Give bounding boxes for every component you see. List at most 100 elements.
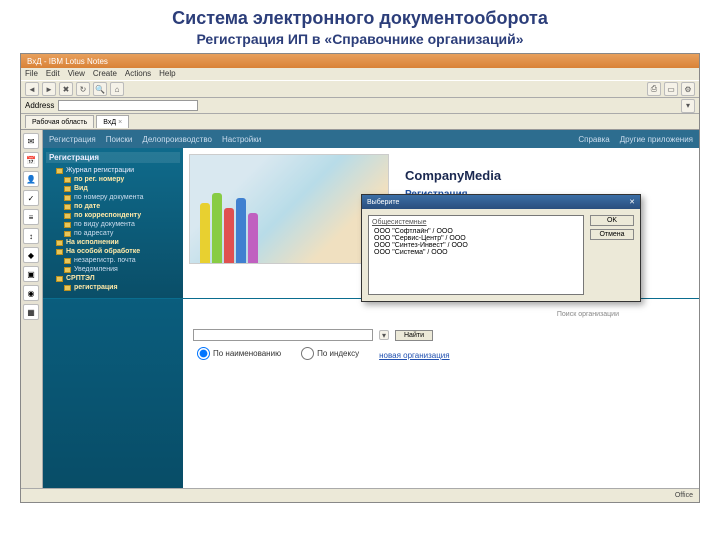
sidebar-item-label: Журнал регистрации <box>66 167 134 174</box>
folder-icon <box>64 204 71 210</box>
sidebar-item-label: по рег. номеру <box>74 176 124 183</box>
dialog-titlebar: Выберите ✕ <box>362 195 640 209</box>
list-item[interactable]: ООО "Софтлайн" / ООО <box>372 228 580 235</box>
dialog-close-icon[interactable]: ✕ <box>629 198 635 206</box>
tab-workspace-label: Рабочая область <box>32 119 87 126</box>
strip-mail-icon[interactable]: ✉ <box>23 133 39 149</box>
nav-other-apps[interactable]: Другие приложения <box>620 135 693 144</box>
list-item[interactable]: ООО "Система" / ООО <box>372 249 580 256</box>
folder-icon[interactable]: ▭ <box>664 82 678 96</box>
address-input[interactable] <box>58 100 198 111</box>
folder-icon <box>64 258 71 264</box>
tabbar: Рабочая область ВхД × <box>21 114 699 130</box>
sidebar-item-label: Уведомления <box>74 266 118 273</box>
radio-by-index[interactable]: По индексу <box>301 347 359 360</box>
strip-replicator-icon[interactable]: ↕ <box>23 228 39 244</box>
sidebar-item[interactable]: Журнал регистрации <box>46 166 180 175</box>
nav-fwd-icon[interactable]: ► <box>42 82 56 96</box>
workspace: ✉ 📅 👤 ✓ ≡ ↕ ◆ ▣ ◉ ▦ Регистрация Поиски Д… <box>21 130 699 502</box>
refresh-icon[interactable]: ↻ <box>76 82 90 96</box>
sidebar-item[interactable]: На исполнении <box>46 238 180 247</box>
banner-image <box>189 154 389 264</box>
sidebar-item-label: по дате <box>74 203 100 210</box>
sidebar-item[interactable]: по виду документа <box>46 220 180 229</box>
sidebar-item[interactable]: по рег. номеру <box>46 175 180 184</box>
nav-help[interactable]: Справка <box>578 135 609 144</box>
tab-vhd-label: ВхД <box>103 119 116 126</box>
nav-sidebar: Регистрация Журнал регистрациипо рег. но… <box>43 148 183 298</box>
status-right: Office <box>675 492 693 499</box>
radio-by-index-label: По индексу <box>317 349 359 358</box>
chevron-down-icon[interactable]: ▾ <box>379 330 389 340</box>
app-nav: Регистрация Поиски Делопроизводство Наст… <box>43 130 699 148</box>
menu-edit[interactable]: Edit <box>46 69 60 79</box>
home-icon[interactable]: ⌂ <box>110 82 124 96</box>
addressbar: Address ▾ <box>21 98 699 114</box>
search-hint: Поиск организации <box>557 311 619 318</box>
strip-app4-icon[interactable]: ▦ <box>23 304 39 320</box>
main-area: Регистрация Поиски Делопроизводство Наст… <box>43 130 699 502</box>
close-icon[interactable]: × <box>118 119 122 126</box>
strip-app2-icon[interactable]: ▣ <box>23 266 39 282</box>
new-org-link[interactable]: новая организация <box>379 351 450 360</box>
strip-calendar-icon[interactable]: 📅 <box>23 152 39 168</box>
dialog-cancel-button[interactable]: Отмена <box>590 229 634 240</box>
sidebar-item[interactable]: по номеру документа <box>46 193 180 202</box>
toolbar-main: ◄ ► ✖ ↻ 🔍 ⌂ ⎙ ▭ ⚙ <box>21 80 699 98</box>
radio-by-index-input[interactable] <box>301 347 314 360</box>
tab-workspace[interactable]: Рабочая область <box>25 115 94 128</box>
list-item[interactable]: ООО "Синтез-Инвест" / ООО <box>372 242 580 249</box>
menu-view[interactable]: View <box>68 69 85 79</box>
sidebar-item[interactable]: На особой обработке <box>46 247 180 256</box>
menu-help[interactable]: Help <box>159 69 175 79</box>
search-button[interactable]: Найти <box>395 330 433 341</box>
statusbar: Office <box>21 488 699 502</box>
folder-icon <box>64 177 71 183</box>
menu-create[interactable]: Create <box>93 69 117 79</box>
menu-file[interactable]: File <box>25 69 38 79</box>
folder-icon <box>64 186 71 192</box>
address-label: Address <box>25 101 54 110</box>
sidebar-item-label: по виду документа <box>74 221 135 228</box>
menubar: File Edit View Create Actions Help <box>21 68 699 80</box>
dropdown-icon[interactable]: ▾ <box>681 99 695 113</box>
org-listbox[interactable]: Общесистемные ООО "Софтлайн" / ООО ООО "… <box>368 215 584 295</box>
search-icon[interactable]: 🔍 <box>93 82 107 96</box>
sidebar-item[interactable]: регистрация <box>46 283 180 292</box>
radio-by-name[interactable]: По наименованию <box>197 347 281 360</box>
org-search-input[interactable] <box>193 329 373 341</box>
nav-back-icon[interactable]: ◄ <box>25 82 39 96</box>
nav-clerical[interactable]: Делопроизводство <box>142 135 212 144</box>
radio-by-name-input[interactable] <box>197 347 210 360</box>
sidebar-item[interactable]: Уведомления <box>46 265 180 274</box>
sidebar-item-label: незарегистр. почта <box>74 257 136 264</box>
strip-contacts-icon[interactable]: 👤 <box>23 171 39 187</box>
sidebar-item[interactable]: СРПТЭЛ <box>46 274 180 283</box>
search-panel: Поиск организации ▾ Найти По наименовани… <box>183 299 699 498</box>
sidebar-item-label: На особой обработке <box>66 248 140 255</box>
list-item[interactable]: ООО "Сервис-Центр" / ООО <box>372 235 580 242</box>
sidebar-item-label: На исполнении <box>66 239 119 246</box>
strip-db-icon[interactable]: ≡ <box>23 209 39 225</box>
sidebar-item[interactable]: незарегистр. почта <box>46 256 180 265</box>
sidebar-item[interactable]: по корреспонденту <box>46 211 180 220</box>
sidebar-item[interactable]: по адресату <box>46 229 180 238</box>
strip-todo-icon[interactable]: ✓ <box>23 190 39 206</box>
dialog-ok-button[interactable]: OK <box>590 215 634 226</box>
nav-registration[interactable]: Регистрация <box>49 135 96 144</box>
sidebar-item[interactable]: Вид <box>46 184 180 193</box>
tab-vhd[interactable]: ВхД × <box>96 115 129 128</box>
window-titlebar: ВхД - IBM Lotus Notes <box>21 54 699 68</box>
brand-name: CompanyMedia <box>405 168 501 183</box>
nav-settings[interactable]: Настройки <box>222 135 261 144</box>
sidebar-item-label: СРПТЭЛ <box>66 275 95 282</box>
gear-icon[interactable]: ⚙ <box>681 82 695 96</box>
strip-app1-icon[interactable]: ◆ <box>23 247 39 263</box>
menu-actions[interactable]: Actions <box>125 69 151 79</box>
strip-app3-icon[interactable]: ◉ <box>23 285 39 301</box>
stop-icon[interactable]: ✖ <box>59 82 73 96</box>
nav-search[interactable]: Поиски <box>106 135 133 144</box>
print-icon[interactable]: ⎙ <box>647 82 661 96</box>
sidebar-item[interactable]: по дате <box>46 202 180 211</box>
sidebar-item-label: по номеру документа <box>74 194 143 201</box>
